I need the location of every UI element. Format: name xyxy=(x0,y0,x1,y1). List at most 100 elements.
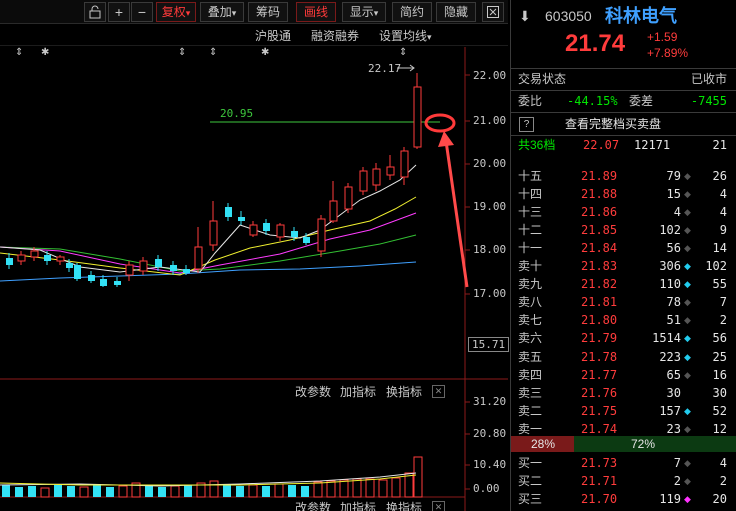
add-indicator-button[interactable]: 加指标 xyxy=(340,383,376,400)
ask-row[interactable]: 卖四 21.77 65 ◆ 16 xyxy=(511,366,736,385)
hide-button[interactable]: 隐藏 xyxy=(436,2,476,22)
indicator-params-button[interactable]: 改参数 xyxy=(295,499,331,511)
level-marker-icon: ◆ xyxy=(684,243,691,254)
volume-bar xyxy=(326,480,336,498)
volume-bar xyxy=(106,487,114,497)
ask-row[interactable]: 卖三 21.76 30 30 xyxy=(511,384,736,403)
display-button[interactable]: 显示▾ xyxy=(342,2,386,22)
ask-row[interactable]: 卖十 21.83 306 ◆ 102 xyxy=(511,257,736,276)
close-icon[interactable]: ✕ xyxy=(432,501,445,511)
level-volume: 51 xyxy=(666,313,681,328)
price-tick: 22.00 xyxy=(473,69,507,82)
add-indicator-button[interactable]: 加指标 xyxy=(340,499,376,511)
favorite-arrow-icon[interactable]: ⬇ xyxy=(519,4,531,28)
level-marker-icon: ◆ xyxy=(684,315,691,326)
ask-row[interactable]: 十一 21.84 56 ◆ 14 xyxy=(511,239,736,258)
level-price: 21.86 xyxy=(581,205,618,220)
total-count: 21 xyxy=(712,138,727,152)
volume-bar xyxy=(404,472,414,498)
candle-body xyxy=(66,263,73,268)
level-count: 26 xyxy=(712,169,727,183)
level-count: 4 xyxy=(719,187,727,202)
chart-toolbar: + − 复权▾ 叠加▾ 筹码 画线 显示▾ 简约 隐藏 xyxy=(0,0,508,24)
ask-row[interactable]: 卖九 21.82 110 ◆ 55 xyxy=(511,275,736,294)
help-icon[interactable]: ? xyxy=(519,117,534,132)
candle-body xyxy=(372,168,381,186)
ask-row[interactable]: 十五 21.89 79 ◆ 26 xyxy=(511,167,736,186)
level-label: 十一 xyxy=(518,241,543,256)
level-marker-icon: ◆ xyxy=(684,494,691,505)
level-count: 2 xyxy=(719,474,727,489)
ask-row[interactable]: 卖八 21.81 78 ◆ 7 xyxy=(511,293,736,312)
price-tick: 21.00 xyxy=(473,114,507,127)
level-price: 21.75 xyxy=(581,403,618,418)
ask-row[interactable]: 卖二 21.75 157 ◆ 52 xyxy=(511,402,736,421)
star-marker-icon: ✱ xyxy=(41,47,49,58)
level-label: 卖十 xyxy=(518,259,543,274)
level-price: 21.80 xyxy=(581,313,618,328)
level-volume: 56 xyxy=(666,241,681,256)
bid-row[interactable]: 买二 21.71 2 ◆ 2 xyxy=(511,472,736,491)
overlay-button[interactable]: 叠加▾ xyxy=(200,2,244,22)
candle-body xyxy=(238,217,245,221)
candle-body xyxy=(263,223,270,231)
level-price: 21.73 xyxy=(581,456,618,470)
level-volume: 306 xyxy=(659,259,681,274)
switch-indicator-button[interactable]: 换指标 xyxy=(386,499,422,511)
zoom-in-button[interactable]: + xyxy=(108,2,130,22)
level-price: 21.88 xyxy=(581,187,618,202)
simple-button[interactable]: 简约 xyxy=(392,2,432,22)
divider xyxy=(511,90,736,91)
level-label: 十二 xyxy=(518,223,543,238)
ask-row[interactable]: 卖五 21.78 223 ◆ 25 xyxy=(511,348,736,367)
indicator-params-button[interactable]: 改参数 xyxy=(295,383,331,400)
quote-panel: ⬇ 603050 科林电气 21.74 +1.59 +7.89% 交易状态 已收… xyxy=(510,0,736,511)
level-marker-icon: ◆ xyxy=(684,297,691,308)
bid-row[interactable]: 买三 21.70 119 ◆ 20 xyxy=(511,490,736,509)
ask-row[interactable]: 十三 21.86 4 ◆ 4 xyxy=(511,203,736,222)
level-label: 十五 xyxy=(518,169,543,183)
lock-icon[interactable] xyxy=(84,2,106,22)
level-label: 买二 xyxy=(518,474,543,489)
ask-row[interactable]: 十四 21.88 15 ◆ 4 xyxy=(511,185,736,204)
switch-indicator-button[interactable]: 换指标 xyxy=(386,383,422,400)
chevron-down-icon: ▾ xyxy=(185,8,191,18)
close-icon[interactable]: ✕ xyxy=(432,385,445,398)
ratio-label: 委比 xyxy=(518,94,543,108)
candle-body xyxy=(88,275,95,281)
level-volume: 78 xyxy=(666,295,681,310)
diff-label: 委差 xyxy=(629,94,654,108)
ask-row[interactable]: 十二 21.85 102 ◆ 9 xyxy=(511,221,736,240)
candle-body xyxy=(194,246,203,270)
zoom-out-button[interactable]: − xyxy=(131,2,153,22)
volume-bar xyxy=(391,477,401,498)
volume-bar xyxy=(67,486,75,497)
volume-bar xyxy=(236,486,244,497)
volume-bars xyxy=(0,456,423,498)
candle-body xyxy=(100,279,107,286)
level-volume: 30 xyxy=(666,385,681,400)
candle-body xyxy=(413,86,422,148)
level-label: 十四 xyxy=(518,187,543,202)
bid-row[interactable]: 买一 21.73 7 ◆ 4 xyxy=(511,454,736,473)
ask-row[interactable]: 卖七 21.80 51 ◆ 2 xyxy=(511,311,736,330)
chips-button[interactable]: 筹码 xyxy=(248,2,288,22)
candle-body xyxy=(170,265,177,271)
candlestick-chart[interactable]: ⇕ ✱ ⇕ ⇕ ✱ ⇕ xyxy=(0,25,508,511)
close-icon[interactable] xyxy=(482,2,504,22)
candle-body xyxy=(74,265,81,279)
full-book-link[interactable]: 查看完整档买卖盘 xyxy=(565,115,661,134)
fuquan-button[interactable]: 复权▾ xyxy=(156,2,196,22)
divider xyxy=(511,68,736,69)
ask-row[interactable]: 卖六 21.79 1514 ◆ 56 xyxy=(511,329,736,348)
chevron-down-icon: ▾ xyxy=(373,8,379,18)
level-label: 十三 xyxy=(518,205,543,220)
draw-line-button[interactable]: 画线 xyxy=(296,2,336,22)
level-count: 30 xyxy=(712,385,727,400)
display-label: 显示 xyxy=(349,5,374,19)
connect-marker-icon: ⇕ xyxy=(209,47,217,58)
candle-body xyxy=(114,281,121,285)
volume-bar xyxy=(40,487,50,498)
full-book-row[interactable]: ? 查看完整档买卖盘 xyxy=(511,115,736,134)
volume-bar xyxy=(274,483,284,498)
